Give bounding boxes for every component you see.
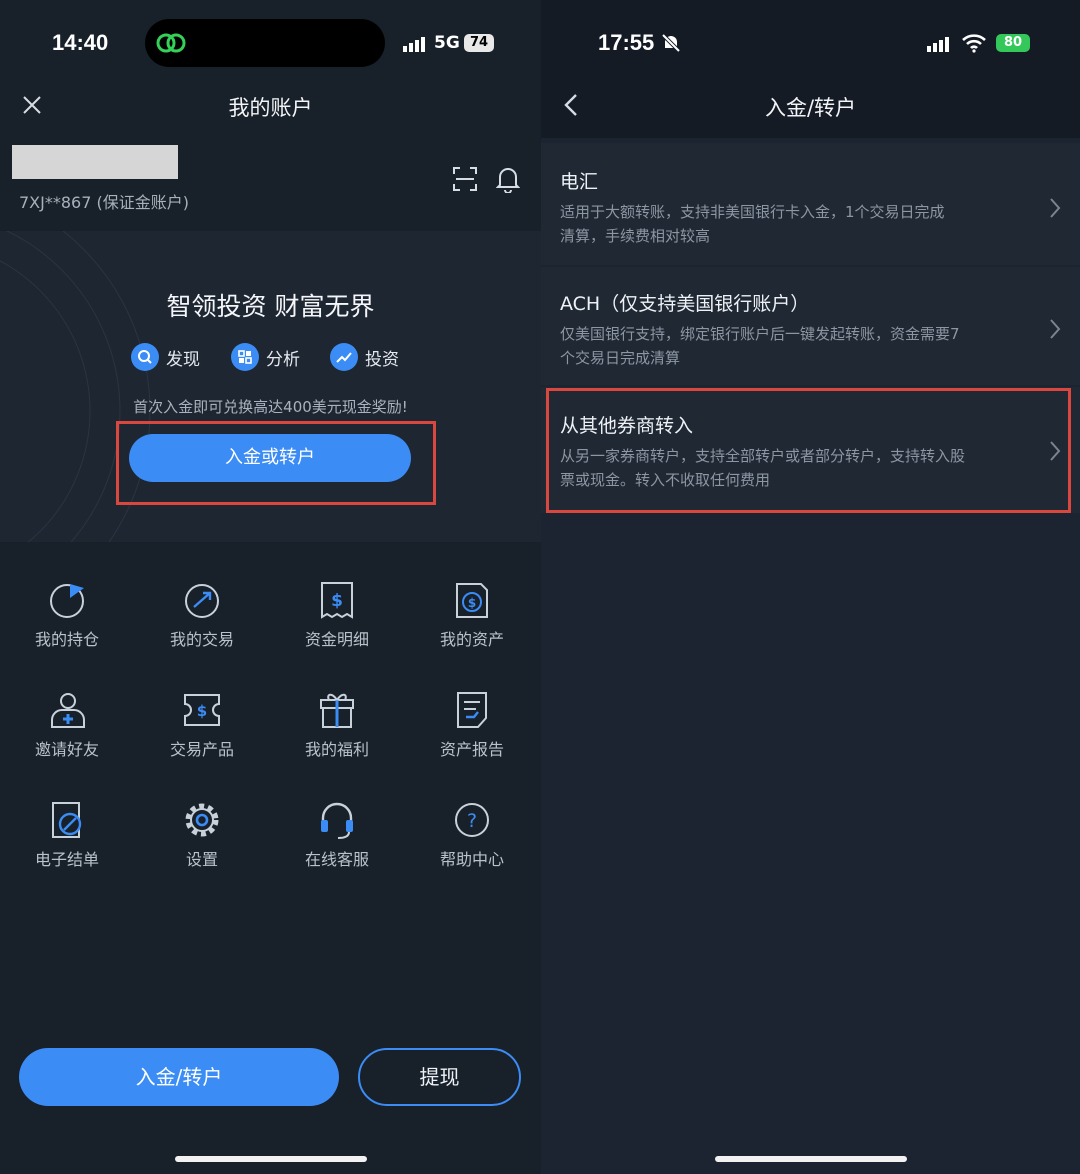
grid-label: 我的持仓 [34, 630, 99, 649]
grid-icon [231, 343, 259, 371]
grid-item-benefits[interactable]: 我的福利 [272, 690, 402, 760]
withdraw-button[interactable]: 提现 [358, 1048, 521, 1106]
report-icon [457, 692, 487, 728]
dollar-receipt-icon: $ [321, 582, 353, 619]
network-type: 5G [434, 33, 460, 53]
grid-label: 资金明细 [304, 630, 369, 649]
status-time: 14:40 [52, 30, 109, 55]
option-desc-line: 清算，手续费相对较高 [560, 227, 711, 245]
option-wire-transfer[interactable]: 电汇 适用于大额转账，支持非美国银行卡入金，1个交易日完成 清算，手续费相对较高 [541, 143, 1080, 265]
deposit-transfer-screen: 17:55 80 入金/转户 电汇 适用于大额转账，支持非美国银行卡入金，1个交… [541, 0, 1080, 1174]
option-title: ACH（仅支持美国银行账户） [560, 293, 810, 315]
scan-icon[interactable] [452, 166, 478, 192]
call-link-icon [156, 33, 186, 53]
option-title: 电汇 [560, 171, 599, 193]
option-desc-line: 仅美国银行支持，绑定银行账户后一键发起转账，资金需要7 [560, 325, 960, 343]
grid-label: 我的资产 [439, 630, 504, 649]
search-icon [131, 343, 159, 371]
highlight-box [546, 388, 1071, 513]
svg-text:?: ? [467, 810, 477, 832]
home-indicator [175, 1156, 367, 1162]
grid-label: 我的福利 [304, 740, 369, 759]
pill-label: 发现 [166, 350, 200, 370]
grid-item-assets[interactable]: $ 我的资产 [407, 580, 537, 650]
wifi-icon [962, 34, 986, 53]
status-time: 17:55 [598, 30, 655, 55]
pie-chart-icon [50, 584, 84, 618]
deposit-transfer-button[interactable]: 入金/转户 [19, 1048, 339, 1106]
gift-icon [320, 693, 354, 728]
bell-slash-icon [661, 33, 681, 53]
asset-icon: $ [456, 583, 488, 618]
chevron-right-icon [1050, 319, 1061, 339]
signal-icon [403, 37, 425, 52]
grid-label: 我的交易 [169, 630, 234, 649]
grid-item-e-statement[interactable]: 电子结单 [2, 800, 132, 870]
my-account-screen: 14:40 5G 74 我的账户 7XJ**867 (保证金账户) 智领投资 财… [0, 0, 541, 1174]
dynamic-island [145, 19, 385, 67]
battery-indicator: 80 [996, 34, 1030, 52]
chevron-right-icon [1050, 198, 1061, 218]
e-statement-icon [52, 802, 82, 838]
grid-item-help[interactable]: ? 帮助中心 [407, 800, 537, 870]
grid-item-report[interactable]: 资产报告 [407, 690, 537, 760]
grid-label: 资产报告 [439, 740, 504, 759]
help-icon: ? [455, 803, 489, 837]
signal-icon [927, 37, 949, 52]
grid-label: 交易产品 [169, 740, 234, 759]
promo-banner: 智领投资 财富无界 发现 分析 投资 首次入金即可兑换高达400美元现金奖励! … [0, 231, 541, 542]
grid-label: 帮助中心 [439, 850, 504, 869]
trend-icon [330, 343, 358, 371]
grid-item-invite[interactable]: 邀请好友 [2, 690, 132, 760]
product-ticket-icon: $ [184, 694, 220, 726]
svg-text:$: $ [197, 702, 207, 720]
svg-text:$: $ [331, 591, 343, 611]
page-title: 入金/转户 [764, 96, 857, 120]
battery-indicator: 74 [464, 34, 494, 52]
deposit-or-transfer-button[interactable]: 入金或转户 [129, 434, 411, 482]
bell-icon[interactable] [496, 165, 520, 193]
pill-label: 投资 [365, 350, 399, 370]
svg-text:$: $ [468, 596, 476, 610]
account-id: 7XJ**867 (保证金账户) [19, 193, 189, 212]
pill-label: 分析 [266, 350, 300, 370]
promo-text: 首次入金即可兑换高达400美元现金奖励! [133, 398, 408, 416]
option-ach[interactable]: ACH（仅支持美国银行账户） 仅美国银行支持，绑定银行账户后一键发起转账，资金需… [541, 267, 1080, 385]
grid-label: 在线客服 [304, 850, 369, 869]
gear-icon [185, 803, 219, 837]
grid-item-holdings[interactable]: 我的持仓 [2, 580, 132, 650]
grid-label: 邀请好友 [34, 740, 99, 759]
option-desc-line: 适用于大额转账，支持非美国银行卡入金，1个交易日完成 [560, 203, 945, 221]
grid-label: 设置 [185, 850, 218, 869]
grid-label: 电子结单 [34, 850, 99, 869]
page-title: 我的账户 [228, 96, 313, 120]
invite-user-icon [51, 693, 85, 728]
headset-icon [321, 802, 353, 839]
home-indicator [715, 1156, 907, 1162]
trade-icon [185, 584, 219, 618]
option-desc-line: 个交易日完成清算 [560, 349, 681, 367]
banner-headline: 智领投资 财富无界 [166, 292, 375, 321]
grid-item-support[interactable]: 在线客服 [272, 800, 402, 870]
redacted-account-name [12, 145, 178, 179]
grid-item-trades[interactable]: 我的交易 [137, 580, 267, 650]
grid-item-fund-details[interactable]: $ 资金明细 [272, 580, 402, 650]
grid-item-settings[interactable]: 设置 [137, 800, 267, 870]
grid-item-products[interactable]: $ 交易产品 [137, 690, 267, 760]
